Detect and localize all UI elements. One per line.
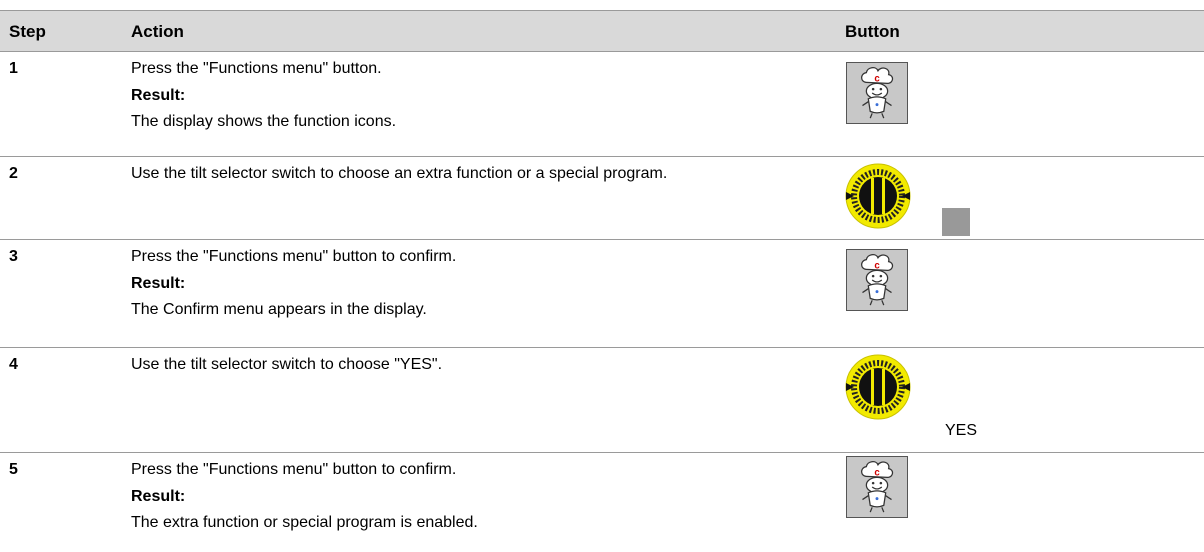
gray-square-icon bbox=[942, 208, 970, 236]
table-header: Step Action Button bbox=[0, 10, 1204, 52]
result-label: Result: bbox=[131, 275, 186, 292]
button-cell bbox=[842, 52, 1202, 156]
header-action: Action bbox=[131, 22, 184, 41]
step-number: 1 bbox=[9, 60, 18, 77]
action-text: Press the "Functions menu" button. bbox=[131, 60, 382, 77]
step-number: 4 bbox=[9, 356, 18, 373]
action-text: Use the tilt selector switch to choose "… bbox=[131, 356, 443, 373]
action-cell: Use the tilt selector switch to choose "… bbox=[131, 355, 843, 375]
result-label: Result: bbox=[131, 488, 186, 505]
step-number: 3 bbox=[9, 248, 18, 265]
button-cell bbox=[842, 157, 1202, 239]
action-cell: Press the "Functions menu" button to con… bbox=[131, 460, 843, 533]
table-row-step-1: 1 Press the "Functions menu" button. Res… bbox=[0, 52, 1204, 157]
tilt-selector-dial-icon bbox=[845, 354, 911, 420]
result-label: Result: bbox=[131, 87, 186, 104]
functions-menu-chef-icon bbox=[846, 62, 908, 124]
action-cell: Use the tilt selector switch to choose a… bbox=[131, 164, 843, 184]
tilt-selector-dial-icon bbox=[845, 163, 911, 229]
result-text: The Confirm menu appears in the display. bbox=[131, 301, 427, 318]
button-cell bbox=[842, 453, 1202, 552]
action-text: Use the tilt selector switch to choose a… bbox=[131, 165, 668, 182]
button-cell: YES bbox=[842, 348, 1202, 452]
button-cell bbox=[842, 240, 1202, 347]
action-cell: Press the "Functions menu" button. Resul… bbox=[131, 59, 843, 132]
step-number: 5 bbox=[9, 461, 18, 478]
action-cell: Press the "Functions menu" button to con… bbox=[131, 247, 843, 320]
yes-label: YES bbox=[945, 422, 978, 439]
functions-menu-chef-icon bbox=[846, 249, 908, 311]
action-text: Press the "Functions menu" button to con… bbox=[131, 248, 457, 265]
result-text: The display shows the function icons. bbox=[131, 113, 397, 130]
table-row-step-5: 5 Press the "Functions menu" button to c… bbox=[0, 453, 1204, 552]
functions-menu-chef-icon bbox=[846, 456, 908, 518]
table-row-step-3: 3 Press the "Functions menu" button to c… bbox=[0, 240, 1204, 348]
table-row-step-2: 2 Use the tilt selector switch to choose… bbox=[0, 157, 1204, 240]
header-step: Step bbox=[9, 22, 46, 41]
result-text: The extra function or special program is… bbox=[131, 514, 478, 531]
step-number: 2 bbox=[9, 165, 18, 182]
table-row-step-4: 4 Use the tilt selector switch to choose… bbox=[0, 348, 1204, 453]
action-text: Press the "Functions menu" button to con… bbox=[131, 461, 457, 478]
header-button: Button bbox=[845, 22, 900, 41]
